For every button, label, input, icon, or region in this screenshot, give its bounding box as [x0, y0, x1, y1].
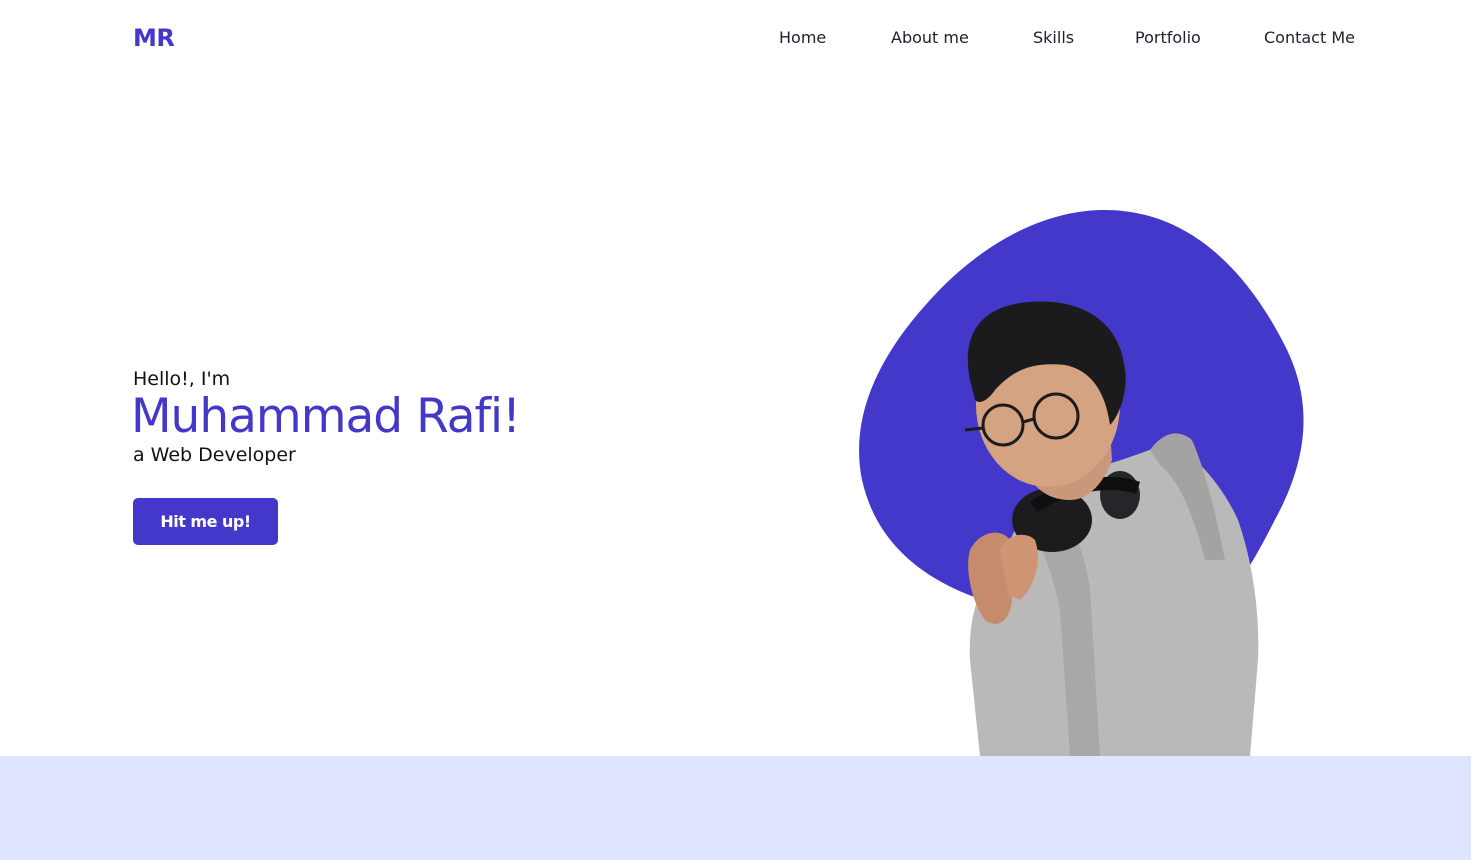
nav-home[interactable]: Home: [779, 28, 826, 47]
nav-skills[interactable]: Skills: [1033, 28, 1074, 47]
hero-portrait: [859, 209, 1304, 756]
nav-contact-me[interactable]: Contact Me: [1264, 28, 1355, 47]
bottom-section-band: [0, 756, 1471, 860]
hit-me-up-button[interactable]: Hit me up!: [133, 498, 278, 545]
hero-greeting: Hello!, I'm: [133, 368, 231, 390]
hero-role: a Web Developer: [133, 444, 296, 466]
hero-name: Muhammad Rafi!: [131, 389, 521, 444]
nav-portfolio[interactable]: Portfolio: [1135, 28, 1201, 47]
main-nav: Home About me Skills Portfolio Contact M…: [0, 28, 1471, 52]
nav-about-me[interactable]: About me: [891, 28, 969, 47]
page: MR Home About me Skills Portfolio Contac…: [0, 0, 1471, 860]
